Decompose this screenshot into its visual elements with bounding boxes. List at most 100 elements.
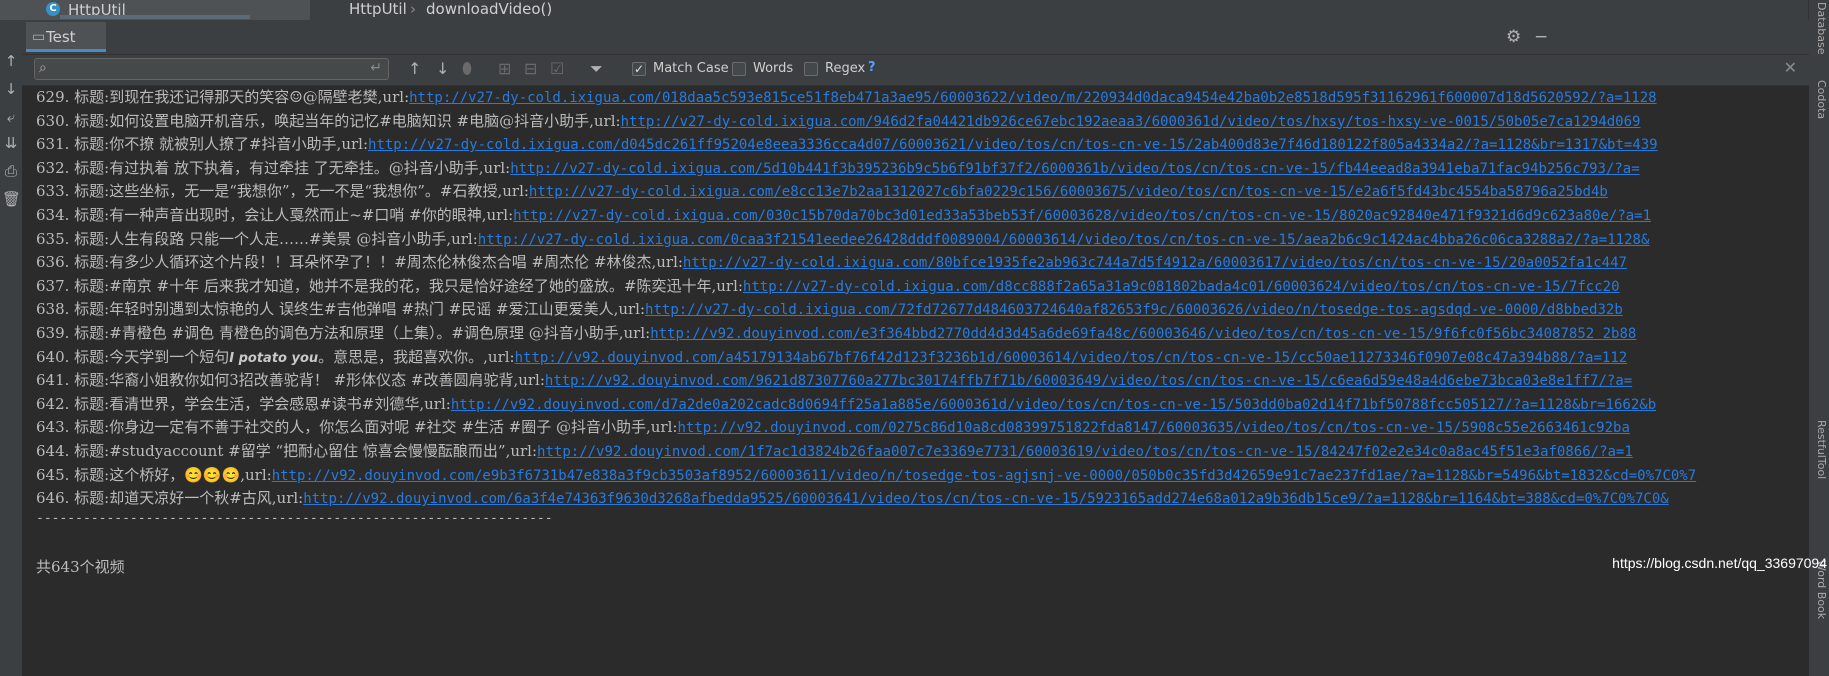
video-url-link[interactable]: http://v92.douyinvod.com/e9b3f6731b47e83… [272, 468, 1696, 484]
run-window-header: ▭ Test ⚙ − [22, 20, 1809, 55]
video-url-link[interactable]: http://v92.douyinvod.com/6a3f4e74363f963… [303, 491, 1668, 507]
class-icon: C [46, 2, 60, 16]
line-text: 631. 标题:你不撩 就被别人撩了#抖音小助手,url: [36, 135, 369, 154]
left-toolbar: ↑ ↓ ⤶ ⇊ ⎙ 🗑 [0, 20, 23, 676]
line-text: 636. 标题:有多少人循环这个片段！！耳朵怀孕了！！#周杰伦林俊杰合唱 #周杰… [36, 253, 683, 272]
restfultool-label[interactable]: RestfulTool [1815, 420, 1828, 479]
console-line: 645. 标题:这个桥好，😊😊😊,url:http://v92.douyinvo… [36, 464, 1696, 486]
video-url-link[interactable]: http://v27-dy-cold.ixigua.com/d045dc261f… [368, 137, 1658, 153]
tab-test-label: Test [46, 28, 76, 46]
console-line: 637. 标题:#南京 #十年 后来我才知道，她并不是我的花，我只是恰好途经了她… [36, 275, 1620, 297]
previous-occurrence-icon[interactable]: ↑ [408, 59, 421, 79]
new-line-icon[interactable]: ↵ [370, 60, 382, 76]
codota-tool-label[interactable]: Codota [1815, 80, 1828, 119]
line-text: 634. 标题:有一种声音出现时，会让人戛然而止~#口哨 #你的眼神,url: [36, 206, 514, 224]
search-icon: ⌕ [39, 60, 47, 76]
watermark: https://blog.csdn.net/qq_33697094 [1612, 555, 1827, 571]
tab-scroll-indicator [60, 15, 250, 19]
line-text: 645. 标题:这个桥好，😊😊😊,url: [36, 465, 272, 484]
scroll-to-end-icon[interactable]: ⇊ [2, 134, 20, 152]
console-line: 631. 标题:你不撩 就被别人撩了#抖音小助手,url:http://v27-… [36, 133, 1658, 155]
line-text: 642. 标题:看清世界，学会生活，学会感恩#读书#刘德华,url: [36, 394, 451, 413]
arrow-down-icon[interactable]: ↓ [2, 80, 20, 98]
video-url-link[interactable]: http://v27-dy-cold.ixigua.com/030c15b70d… [513, 208, 1651, 224]
editor-tab-bar: C HttpUtil HttpUtil › downloadVideo() [0, 0, 1829, 21]
console-line: 632. 标题:有过执着 放下执着，有过牵挂 了无牵挂。@抖音小助手,url:h… [36, 157, 1640, 179]
remove-occurrence-icon[interactable]: ⊟ [524, 59, 537, 79]
search-field[interactable]: ⌕ ↵ [34, 58, 389, 80]
console-line: 644. 标题:#studyaccount #留学 “把耐心留住 惊喜会慢慢酝酿… [36, 440, 1633, 462]
video-url-link[interactable]: http://v92.douyinvod.com/d7a2de0a202cadc… [451, 397, 1656, 413]
console-line: 639. 标题:#青橙色 #调色 青橙色的调色方法和原理（上集）。#调色原理 @… [36, 322, 1636, 344]
line-text: 633. 标题:这些坐标，无一是“我想你”，无一不是“我想你”。#石教授,url… [36, 182, 529, 201]
find-bar: ⌕ ↵ ↑ ↓ ⬮ ⊞ ⊟ ☑ ⏷ ✓ Match Case Words Reg… [22, 55, 1809, 86]
separator-line: ----------------------------------------… [36, 511, 553, 526]
trash-icon[interactable]: 🗑 [2, 190, 21, 208]
line-text: 638. 标题:年轻时别遇到太惊艳的人 误终生#吉他弹唱 #热门 #民谣 #爱江… [36, 300, 646, 319]
console-line: 641. 标题:华裔小姐教你如何3招改善驼背！ #形体仪态 #改善圆肩驼背,ur… [36, 369, 1632, 391]
line-text: 637. 标题:#南京 #十年 后来我才知道，她并不是我的花，我只是恰好途经了她… [36, 276, 743, 295]
video-url-link[interactable]: http://v92.douyinvod.com/e3f364bbd2770dd… [650, 326, 1636, 342]
words-checkbox[interactable] [732, 62, 746, 76]
line-text: 639. 标题:#青橙色 #调色 青橙色的调色方法和原理（上集）。#调色原理 @… [36, 324, 651, 342]
regex-label[interactable]: Regex [825, 61, 865, 76]
console-line: 633. 标题:这些坐标，无一是“我想你”，无一不是“我想你”。#石教授,url… [36, 180, 1608, 202]
line-text: 632. 标题:有过执着 放下执着，有过牵挂 了无牵挂。@抖音小助手,url: [36, 158, 511, 177]
search-input[interactable] [61, 60, 365, 80]
filter-icon[interactable]: ⏷ [590, 59, 603, 79]
regex-checkbox[interactable] [804, 62, 818, 76]
breadcrumb-separator: › [410, 0, 416, 18]
video-url-link[interactable]: http://v27-dy-cold.ixigua.com/0caa3f2154… [478, 232, 1650, 248]
breadcrumb-class[interactable]: HttpUtil [349, 0, 407, 18]
minimize-icon[interactable]: − [1534, 27, 1548, 47]
video-url-link[interactable]: http://v27-dy-cold.ixigua.com/018daa5c59… [409, 90, 1656, 106]
match-case-checkbox[interactable]: ✓ [632, 62, 646, 76]
line-text: 644. 标题:#studyaccount #留学 “把耐心留住 惊喜会慢慢酝酿… [36, 442, 538, 460]
database-tool-label[interactable]: Database [1815, 2, 1828, 55]
video-url-link[interactable]: http://v27-dy-cold.ixigua.com/72fd72677d… [645, 302, 1623, 318]
line-text: 641. 标题:华裔小姐教你如何3招改善驼背！ #形体仪态 #改善圆肩驼背,ur… [36, 371, 545, 390]
video-url-link[interactable]: http://v92.douyinvod.com/0275c86d10a8cd0… [677, 420, 1629, 436]
regex-help-link[interactable]: ? [868, 60, 876, 75]
breadcrumb-method[interactable]: downloadVideo() [426, 0, 552, 18]
console-line: 636. 标题:有多少人循环这个片段！！耳朵怀孕了！！#周杰伦林俊杰合唱 #周杰… [36, 251, 1627, 273]
tab-test[interactable]: ▭ Test [26, 22, 106, 52]
video-url-link[interactable]: http://v27-dy-cold.ixigua.com/e8cc13e7b2… [529, 184, 1608, 200]
console-line: 635. 标题:人生有段路 只能一个人走……#美景 @抖音小助手,url:htt… [36, 228, 1649, 250]
words-label[interactable]: Words [753, 61, 793, 76]
select-all-occurrences-icon[interactable]: ☑ [550, 59, 564, 79]
line-text: 。意思是，我超喜欢你。,url: [318, 347, 515, 366]
video-url-link[interactable]: http://v92.douyinvod.com/9621d87307760a2… [545, 373, 1632, 389]
right-tool-strip: Database Codota RestfulTool Word Book [1808, 0, 1829, 676]
console-line: 646. 标题:却道天凉好一个秋#古风,url:http://v92.douyi… [36, 487, 1669, 509]
video-url-link[interactable]: http://v27-dy-cold.ixigua.com/946d2fa044… [621, 114, 1641, 130]
line-text: 635. 标题:人生有段路 只能一个人走……#美景 @抖音小助手,url: [36, 229, 478, 248]
close-icon[interactable]: ✕ [1784, 58, 1797, 77]
find-all-icon[interactable]: ⬮ [462, 59, 472, 79]
emphasis-text: I potato you [229, 350, 319, 366]
line-text: 646. 标题:却道天凉好一个秋#古风,url: [36, 489, 304, 508]
print-icon[interactable]: ⎙ [2, 162, 20, 180]
console-output[interactable]: 629. 标题:到现在我还记得那天的笑容☺@隔壁老樊,url:http://v2… [22, 86, 1809, 676]
next-occurrence-icon[interactable]: ↓ [436, 59, 449, 79]
console-line: 640. 标题:今天学到一个短句I potato you。意思是，我超喜欢你。,… [36, 346, 1627, 368]
soft-wrap-icon[interactable]: ⤶ [2, 108, 20, 126]
line-text: 640. 标题:今天学到一个短句 [36, 347, 230, 366]
console-line: 642. 标题:看清世界，学会生活，学会感恩#读书#刘德华,url:http:/… [36, 393, 1656, 415]
console-line: 629. 标题:到现在我还记得那天的笑容☺@隔壁老樊,url:http://v2… [36, 86, 1657, 108]
video-url-link[interactable]: http://v27-dy-cold.ixigua.com/5d10b441f3… [510, 161, 1639, 177]
add-occurrence-icon[interactable]: ⊞ [498, 59, 511, 79]
video-url-link[interactable]: http://v27-dy-cold.ixigua.com/80bfce1935… [683, 255, 1627, 271]
gear-icon[interactable]: ⚙ [1506, 27, 1521, 47]
line-text: 629. 标题:到现在我还记得那天的笑容☺@隔壁老樊,url: [36, 88, 410, 106]
console-line: 643. 标题:你身边一定有不善于社交的人，你怎么面对呢 #社交 #生活 #圈子… [36, 416, 1630, 438]
console-line: 630. 标题:如何设置电脑开机音乐，唤起当年的记忆#电脑知识 #电脑@抖音小助… [36, 110, 1640, 132]
line-text: 630. 标题:如何设置电脑开机音乐，唤起当年的记忆#电脑知识 #电脑@抖音小助… [36, 111, 621, 130]
match-case-label[interactable]: Match Case [653, 61, 729, 76]
video-url-link[interactable]: http://v92.douyinvod.com/1f7ac1d3824b26f… [537, 444, 1633, 460]
file-tab-httputil[interactable]: C HttpUtil [0, 0, 310, 20]
arrow-up-icon[interactable]: ↑ [2, 52, 20, 70]
video-url-link[interactable]: http://v92.douyinvod.com/a45179134ab67bf… [515, 350, 1628, 366]
video-url-link[interactable]: http://v27-dy-cold.ixigua.com/d8cc888f2a… [743, 279, 1620, 295]
console-line: 638. 标题:年轻时别遇到太惊艳的人 误终生#吉他弹唱 #热门 #民谣 #爱江… [36, 298, 1623, 320]
